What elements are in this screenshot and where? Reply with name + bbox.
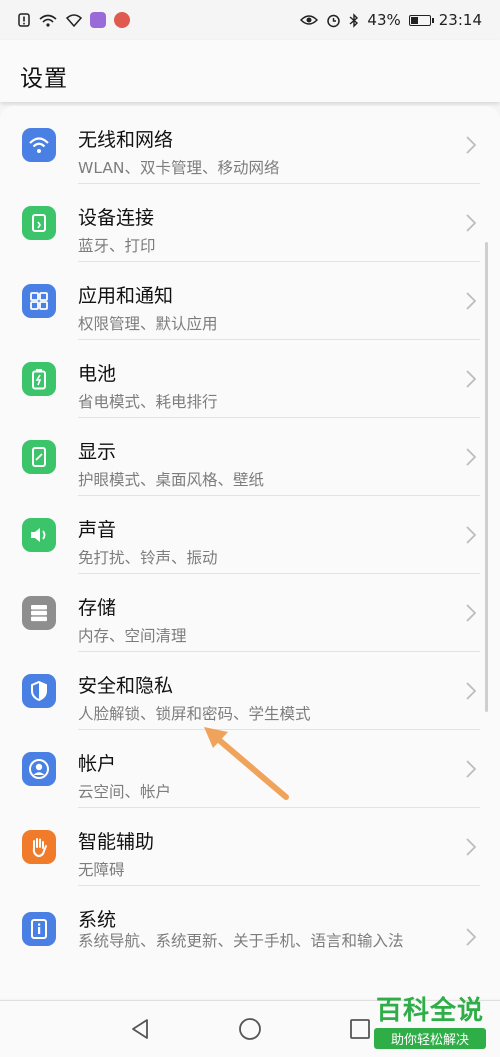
- home-icon[interactable]: [236, 1015, 264, 1043]
- settings-item-title: 智能辅助: [78, 831, 155, 853]
- settings-item-wireless-network[interactable]: 无线和网络 WLAN、双卡管理、移动网络: [0, 106, 500, 184]
- settings-item-title: 设备连接: [78, 207, 155, 229]
- account-icon: [22, 752, 56, 786]
- back-icon[interactable]: [126, 1015, 154, 1043]
- settings-item-storage[interactable]: 存储 内存、空间清理: [0, 574, 500, 652]
- settings-item-title: 电池: [78, 363, 117, 385]
- watermark-title: 百科全说: [375, 996, 484, 1026]
- hand-icon: [22, 830, 56, 864]
- app-red-icon: [114, 12, 130, 28]
- settings-item-title: 应用和通知: [78, 285, 174, 307]
- battery-icon: [408, 14, 434, 26]
- settings-item-title: 显示: [78, 441, 117, 463]
- settings-item-subtitle: 内存、空间清理: [78, 627, 187, 645]
- settings-item-title: 无线和网络: [78, 129, 174, 151]
- settings-item-subtitle: 省电模式、耗电排行: [78, 393, 218, 411]
- settings-item-title: 存储: [78, 597, 117, 619]
- apps-grid-icon: [22, 284, 56, 318]
- page-title: 设置: [20, 66, 68, 92]
- speaker-icon: [22, 518, 56, 552]
- header: 设置: [0, 40, 500, 102]
- chevron-right-icon: [466, 760, 477, 782]
- settings-item-title: 声音: [78, 519, 117, 541]
- app-purple-icon: [90, 12, 106, 28]
- chevron-right-icon: [466, 838, 477, 860]
- settings-item-title: 帐户: [78, 753, 117, 775]
- settings-item-subtitle: 蓝牙、打印: [78, 237, 156, 255]
- storage-icon: [22, 596, 56, 630]
- annotation-arrow-icon: [204, 727, 289, 800]
- settings-item-security-privacy[interactable]: 安全和隐私 人脸解锁、锁屏和密码、学生模式: [0, 652, 500, 730]
- alarm-icon: [326, 13, 341, 28]
- chevron-right-icon: [466, 526, 477, 548]
- chevron-right-icon: [466, 292, 477, 314]
- chevron-right-icon: [466, 136, 477, 158]
- shield-icon: [22, 674, 56, 708]
- settings-item-smart-assistance[interactable]: 智能辅助 无障碍: [0, 808, 500, 886]
- wifi-signal-icon: [38, 13, 58, 27]
- info-icon: [22, 912, 56, 946]
- settings-item-subtitle: 权限管理、默认应用: [78, 315, 218, 333]
- settings-item-display[interactable]: 显示 护眼模式、桌面风格、壁纸: [0, 418, 500, 496]
- settings-item-subtitle: 免打扰、铃声、振动: [78, 549, 218, 567]
- chevron-right-icon: [466, 370, 477, 392]
- scrollbar[interactable]: [485, 242, 488, 712]
- settings-item-sound[interactable]: 声音 免打扰、铃声、振动: [0, 496, 500, 574]
- chevron-right-icon: [466, 214, 477, 236]
- settings-item-battery[interactable]: 电池 省电模式、耗电排行: [0, 340, 500, 418]
- device-connect-icon: [22, 206, 56, 240]
- chevron-right-icon: [466, 682, 477, 704]
- settings-item-subtitle: 云空间、帐户: [78, 783, 172, 801]
- recents-icon[interactable]: [346, 1015, 374, 1043]
- battery-icon: [22, 362, 56, 396]
- settings-item-system[interactable]: 系统 系统导航、系统更新、关于手机、语言和输入法: [0, 886, 500, 988]
- status-bar: 43% 23:14: [0, 0, 500, 40]
- eye-icon: [300, 14, 319, 26]
- settings-item-apps-notifications[interactable]: 应用和通知 权限管理、默认应用: [0, 262, 500, 340]
- settings-item-subtitle: 无障碍: [78, 861, 125, 879]
- display-icon: [22, 440, 56, 474]
- alert-icon: [18, 13, 30, 27]
- chevron-right-icon: [466, 604, 477, 626]
- wifi-icon: [22, 128, 56, 162]
- bluetooth-icon: [349, 12, 359, 28]
- chevron-right-icon: [466, 448, 477, 470]
- settings-item-subtitle: 系统导航、系统更新、关于手机、语言和输入法: [78, 932, 404, 950]
- settings-item-subtitle: 护眼模式、桌面风格、壁纸: [78, 471, 265, 489]
- watermark-subtitle: 助你轻松解决: [374, 1028, 486, 1049]
- settings-item-subtitle: WLAN、双卡管理、移动网络: [78, 159, 280, 177]
- settings-item-title: 安全和隐私: [78, 675, 174, 697]
- watermark-logo: 百科全说 助你轻松解决: [374, 996, 486, 1049]
- chevron-right-icon: [466, 928, 477, 950]
- clock: 23:14: [438, 11, 482, 29]
- battery-percent: 43%: [367, 11, 401, 29]
- settings-item-device-connection[interactable]: 设备连接 蓝牙、打印: [0, 184, 500, 262]
- wifi-icon: [66, 13, 82, 27]
- settings-list: 无线和网络 WLAN、双卡管理、移动网络 设备连接 蓝牙、打印 应用和通知 权限…: [0, 106, 500, 999]
